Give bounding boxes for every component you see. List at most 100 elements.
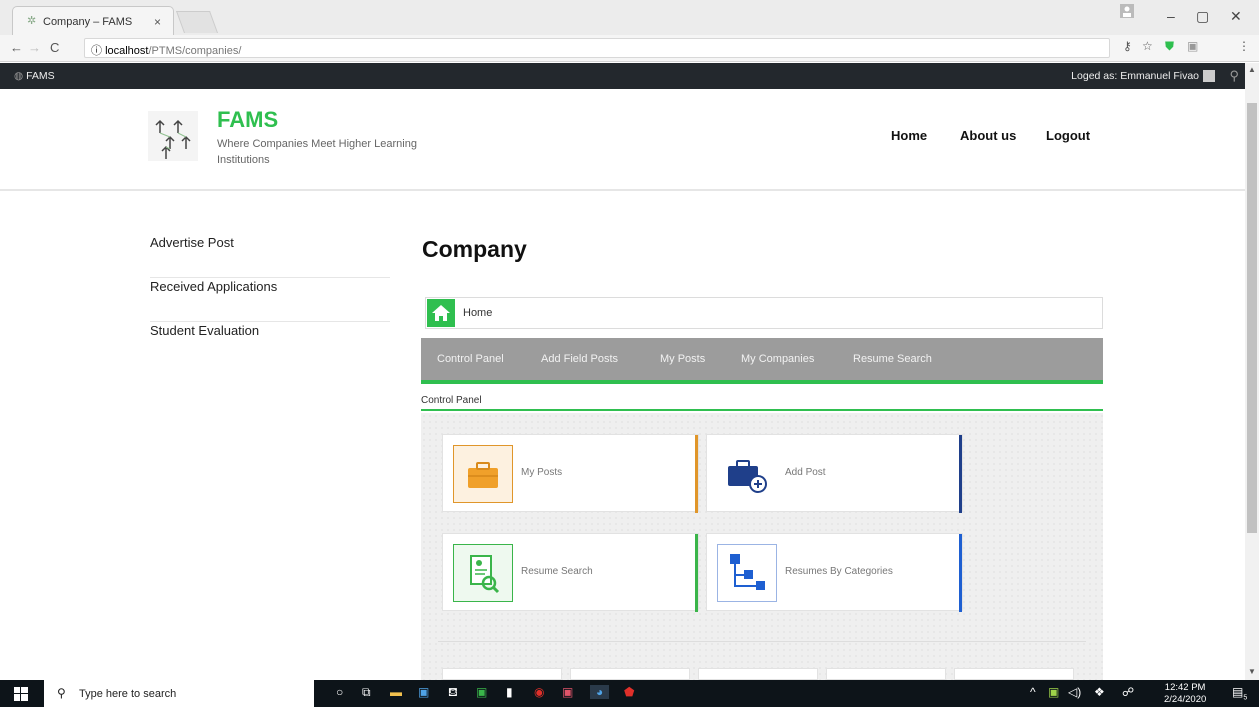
- card-partial[interactable]: [954, 668, 1074, 680]
- briefcase-add-icon: [717, 445, 777, 503]
- dropbox-icon[interactable]: ❖: [1094, 685, 1105, 699]
- browser-menu-icon[interactable]: ⋮: [1238, 39, 1250, 53]
- tab-my-posts[interactable]: My Posts: [660, 353, 705, 365]
- forward-button[interactable]: →: [28, 40, 41, 55]
- page-title: Company: [422, 236, 527, 262]
- browser-tab[interactable]: ✲ Company – FAMS ×: [12, 6, 174, 35]
- card-label: Add Post: [785, 467, 826, 478]
- tab-close-button[interactable]: ×: [154, 15, 161, 29]
- card-accent: [959, 534, 962, 612]
- address-bar[interactable]: ⓘ localhost/PTMS/companies/: [84, 38, 1110, 58]
- nav-logout[interactable]: Logout: [1046, 128, 1090, 143]
- card-partial[interactable]: [826, 668, 946, 680]
- sidebar-item-received-applications[interactable]: Received Applications: [150, 278, 390, 322]
- opera-icon[interactable]: ◉: [534, 685, 544, 699]
- windows-taskbar: ⚲ Type here to search ○ ⧉ ▬ ▣ ⛾ ▣ ▮ ◉ ▣ …: [0, 680, 1259, 707]
- shield-extension-icon[interactable]: ⛊: [1165, 39, 1174, 54]
- site-brand[interactable]: FAMS: [217, 107, 278, 133]
- paint-icon[interactable]: ▣: [562, 685, 573, 699]
- site-header: FAMS Where Companies Meet Higher Learnin…: [0, 89, 1245, 191]
- minimize-button[interactable]: –: [1167, 8, 1175, 24]
- dashboard-panel: My Posts Add Post Resume Search Resumes …: [421, 413, 1103, 680]
- sidebar: Advertise Post Received Applications Stu…: [150, 234, 390, 366]
- breadcrumb: Home: [425, 297, 1103, 329]
- excel-app-icon[interactable]: ▣: [476, 685, 487, 699]
- clock-date: 2/24/2020: [1164, 694, 1207, 705]
- favicon-icon: ✲: [27, 15, 37, 27]
- word-app-icon[interactable]: ▣: [418, 685, 429, 699]
- chrome-icon[interactable]: ◕: [590, 685, 610, 699]
- home-icon[interactable]: [427, 299, 455, 327]
- breadcrumb-home[interactable]: Home: [463, 307, 492, 319]
- volume-icon[interactable]: ◁): [1068, 685, 1081, 699]
- admin-search-icon[interactable]: ⚲: [1229, 68, 1239, 84]
- card-resume-search[interactable]: Resume Search: [442, 533, 699, 612]
- close-window-button[interactable]: ✕: [1230, 8, 1242, 25]
- admin-bar: ◍ FAMS Loged as: Emmanuel Fivao ⚲: [0, 63, 1245, 89]
- tab-my-companies[interactable]: My Companies: [741, 353, 814, 365]
- back-button[interactable]: ←: [10, 40, 23, 55]
- divider: [438, 641, 1086, 642]
- reload-button[interactable]: C: [50, 40, 59, 55]
- dashboard-icon: ◍: [14, 70, 27, 82]
- tray-app-icon[interactable]: ▣: [1048, 685, 1059, 699]
- page-scrollbar[interactable]: ▲ ▼: [1245, 63, 1259, 680]
- card-partial[interactable]: [442, 668, 562, 680]
- file-explorer-icon[interactable]: ▬: [390, 685, 402, 699]
- card-my-posts[interactable]: My Posts: [442, 434, 699, 513]
- browser-tab-strip: ✲ Company – FAMS × – ▢ ✕: [0, 0, 1259, 35]
- notepad-icon[interactable]: ▮: [506, 685, 513, 699]
- bookmark-star-icon[interactable]: ☆: [1142, 39, 1153, 53]
- tab-resume-search[interactable]: Resume Search: [853, 353, 932, 365]
- search-icon: ⚲: [57, 686, 66, 700]
- card-label: My Posts: [521, 467, 563, 478]
- card-accent: [695, 435, 698, 513]
- admin-user-text: Loged as: Emmanuel Fivao: [1071, 70, 1199, 82]
- scrollbar-thumb[interactable]: [1247, 103, 1257, 533]
- store-icon[interactable]: ⛾: [448, 685, 458, 701]
- clock-time: 12:42 PM: [1164, 682, 1206, 693]
- tab-add-field-posts[interactable]: Add Field Posts: [541, 353, 618, 365]
- company-menu: Control Panel Add Field Posts My Posts M…: [421, 338, 1103, 384]
- taskbar-search[interactable]: ⚲ Type here to search: [44, 680, 314, 707]
- section-label: Control Panel: [421, 395, 1103, 411]
- windows-start-icon[interactable]: [14, 687, 28, 704]
- browser-toolbar: ← → C ⓘ localhost/PTMS/companies/ ⚷ ☆ ⛊ …: [0, 35, 1259, 62]
- tray-chevron-icon[interactable]: ^: [1030, 685, 1036, 699]
- category-tree-icon: [717, 544, 777, 602]
- url-path: /PTMS/companies/: [148, 45, 242, 57]
- notification-count: 5: [1243, 694, 1248, 702]
- card-resumes-by-categories[interactable]: Resumes By Categories: [706, 533, 963, 612]
- task-view-icon[interactable]: ⧉: [362, 685, 371, 700]
- admin-site-link[interactable]: ◍ FAMS: [14, 70, 55, 82]
- taskbar-search-placeholder: Type here to search: [79, 688, 177, 700]
- card-accent: [695, 534, 698, 612]
- extension-icon[interactable]: ▣: [1187, 39, 1198, 53]
- admin-user-menu[interactable]: Loged as: Emmanuel Fivao: [1071, 70, 1215, 83]
- scroll-down-icon[interactable]: ▼: [1248, 667, 1256, 676]
- card-label: Resumes By Categories: [785, 566, 893, 577]
- card-partial[interactable]: [698, 668, 818, 680]
- info-icon[interactable]: ⓘ: [91, 45, 105, 57]
- acrobat-icon[interactable]: ⬟: [624, 685, 634, 699]
- sidebar-item-student-evaluation[interactable]: Student Evaluation: [150, 322, 390, 366]
- card-partial[interactable]: [570, 668, 690, 680]
- taskbar-clock[interactable]: 12:42 PM 2/24/2020: [1164, 682, 1206, 706]
- key-icon[interactable]: ⚷: [1123, 39, 1132, 53]
- nav-home[interactable]: Home: [891, 128, 927, 143]
- site-logo[interactable]: [148, 111, 198, 161]
- restore-button[interactable]: ▢: [1196, 8, 1209, 25]
- card-label: Resume Search: [521, 566, 593, 577]
- nav-about-us[interactable]: About us: [960, 128, 1016, 143]
- scroll-up-icon[interactable]: ▲: [1248, 65, 1256, 74]
- site-tagline: Where Companies Meet Higher Learning Ins…: [217, 138, 417, 166]
- new-tab-button[interactable]: [175, 11, 219, 33]
- admin-site-name: FAMS: [26, 70, 55, 82]
- notification-center-icon[interactable]: ▤5: [1232, 685, 1247, 701]
- tab-control-panel[interactable]: Control Panel: [437, 353, 504, 365]
- card-add-post[interactable]: Add Post: [706, 434, 963, 513]
- profile-icon[interactable]: [1120, 4, 1134, 21]
- cortana-icon[interactable]: ○: [336, 685, 343, 699]
- sidebar-item-advertise-post[interactable]: Advertise Post: [150, 234, 390, 278]
- network-icon[interactable]: ☍: [1122, 685, 1134, 699]
